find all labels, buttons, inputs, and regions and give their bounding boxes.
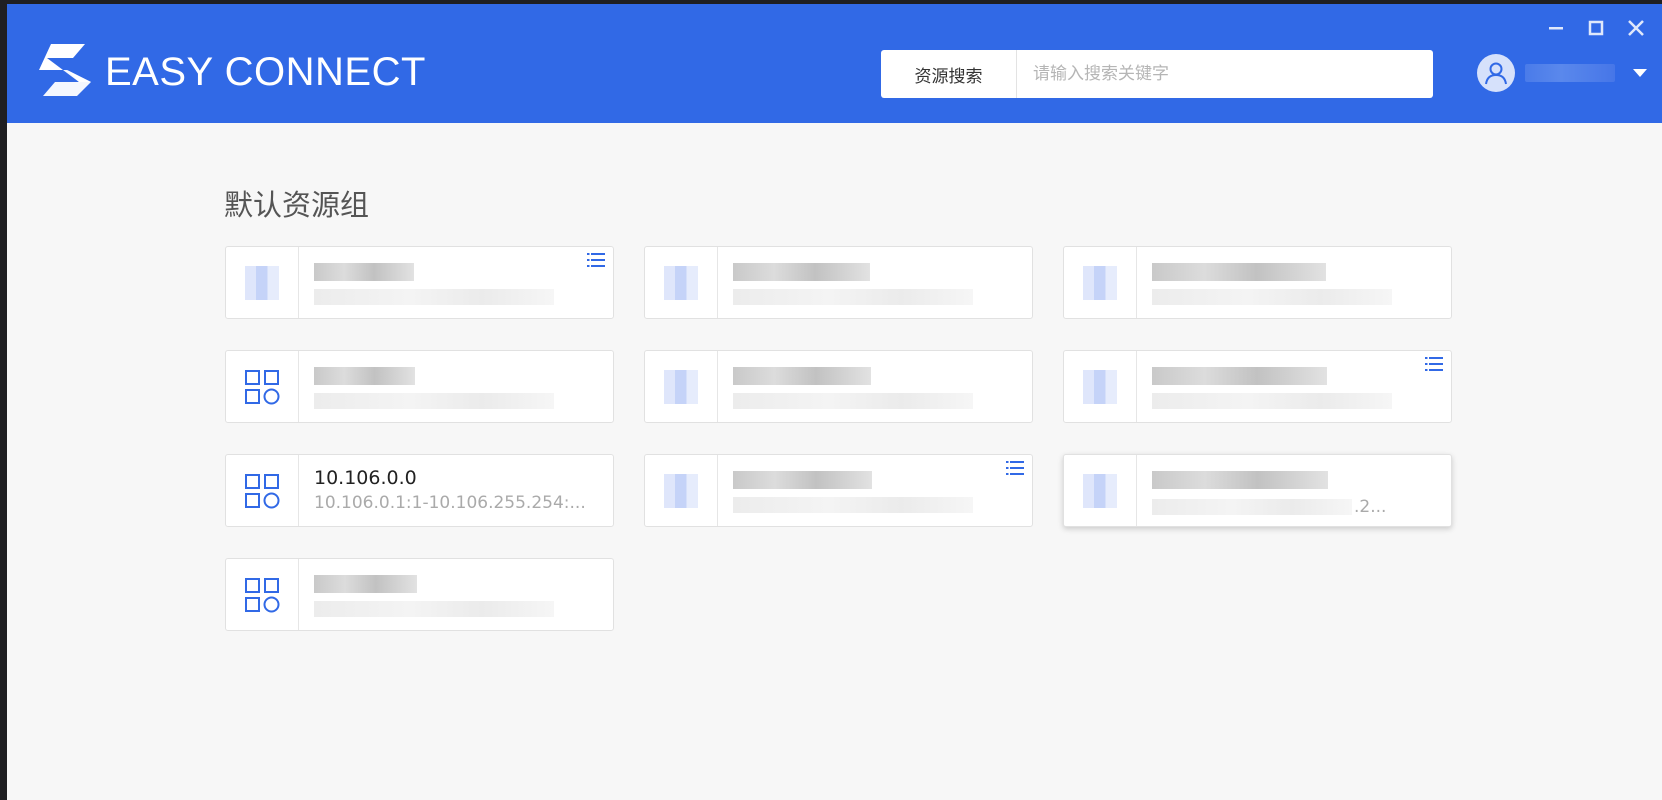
obscured-icon (245, 265, 279, 300)
resource-icon-cell (1064, 351, 1137, 422)
resource-address: 10.106.0.1:1-10.106.255.254:... (314, 493, 586, 513)
app-grid-icon (245, 577, 280, 612)
resource-info (1137, 351, 1451, 422)
caret-down-icon[interactable] (1633, 69, 1647, 77)
window-frame-left (0, 0, 7, 800)
app-grid-icon (245, 369, 280, 404)
resource-info (299, 559, 613, 630)
resource-info (718, 455, 1032, 526)
minimize-button[interactable] (1544, 16, 1568, 40)
resource-card[interactable] (225, 246, 614, 319)
resource-card[interactable] (644, 454, 1033, 527)
easyconnect-logo-icon (39, 44, 91, 96)
list-icon[interactable] (1425, 357, 1443, 371)
resource-info (299, 247, 613, 318)
group-title: 默认资源组 (224, 188, 370, 222)
resource-name-obscured (733, 263, 870, 281)
obscured-icon (1083, 369, 1117, 404)
resource-icon-cell (645, 351, 718, 422)
header-bar: EASY CONNECT 资源搜索 (7, 4, 1662, 123)
resource-name-obscured (733, 367, 871, 385)
resource-address-obscured (314, 289, 554, 305)
avatar[interactable] (1477, 54, 1515, 92)
resource-icon-cell (645, 455, 718, 526)
resource-card[interactable] (1063, 350, 1452, 423)
resource-address-obscured (1152, 289, 1392, 305)
resource-name-obscured (1152, 367, 1327, 385)
search-bar: 资源搜索 (881, 50, 1433, 98)
resource-card[interactable]: .2... (1063, 454, 1452, 527)
list-icon[interactable] (587, 253, 605, 267)
resource-card[interactable]: 10.106.0.0 10.106.0.1:1-10.106.255.254:..… (225, 454, 614, 527)
resource-card[interactable] (644, 246, 1033, 319)
resource-icon-cell (1064, 247, 1137, 318)
resource-card[interactable] (1063, 246, 1452, 319)
search-input[interactable] (1017, 50, 1433, 98)
app-grid-icon (245, 473, 280, 508)
list-icon[interactable] (1006, 461, 1024, 475)
close-button[interactable] (1624, 16, 1648, 40)
resource-info (718, 351, 1032, 422)
username-obscured (1525, 64, 1615, 82)
resource-info (299, 351, 613, 422)
maximize-icon (1588, 20, 1604, 36)
maximize-button[interactable] (1584, 16, 1608, 40)
resource-address-obscured (1152, 393, 1392, 409)
resource-address: .2... (1354, 497, 1387, 517)
resource-icon-cell (1064, 455, 1137, 526)
resource-info (1137, 247, 1451, 318)
user-icon (1485, 62, 1507, 85)
brand-name: EASY CONNECT (105, 50, 426, 94)
resource-name-obscured (1152, 471, 1328, 489)
resource-address-obscured (314, 393, 554, 409)
obscured-icon (1083, 473, 1117, 508)
resource-address-obscured (733, 289, 973, 305)
search-category-selector[interactable]: 资源搜索 (881, 50, 1017, 98)
resource-info: 10.106.0.0 10.106.0.1:1-10.106.255.254:..… (299, 455, 613, 526)
resource-card[interactable] (225, 558, 614, 631)
resource-address-obscured (1152, 499, 1352, 515)
obscured-icon (664, 473, 698, 508)
obscured-icon (1083, 265, 1117, 300)
resource-name-obscured (733, 471, 872, 489)
resource-name-obscured (314, 263, 414, 281)
resource-icon-cell (226, 455, 299, 526)
user-menu[interactable] (1477, 54, 1647, 92)
app-window: EASY CONNECT 资源搜索 默认资源组 10.106.0.010 (7, 4, 1662, 800)
resource-icon-cell (226, 247, 299, 318)
resource-icon-cell (226, 351, 299, 422)
close-icon (1628, 20, 1644, 36)
resource-address-obscured (733, 393, 973, 409)
minimize-icon (1549, 27, 1563, 30)
resource-address-obscured (733, 497, 973, 513)
resource-name-obscured (314, 575, 417, 593)
resource-card[interactable] (225, 350, 614, 423)
resource-name-obscured (314, 367, 415, 385)
resource-address-obscured (314, 601, 554, 617)
resource-info: .2... (1137, 455, 1451, 526)
resource-card[interactable] (644, 350, 1033, 423)
resource-icon-cell (645, 247, 718, 318)
obscured-icon (664, 265, 698, 300)
resource-icon-cell (226, 559, 299, 630)
resource-name-obscured (1152, 263, 1326, 281)
resource-info (718, 247, 1032, 318)
resource-name: 10.106.0.0 (314, 467, 417, 489)
obscured-icon (664, 369, 698, 404)
